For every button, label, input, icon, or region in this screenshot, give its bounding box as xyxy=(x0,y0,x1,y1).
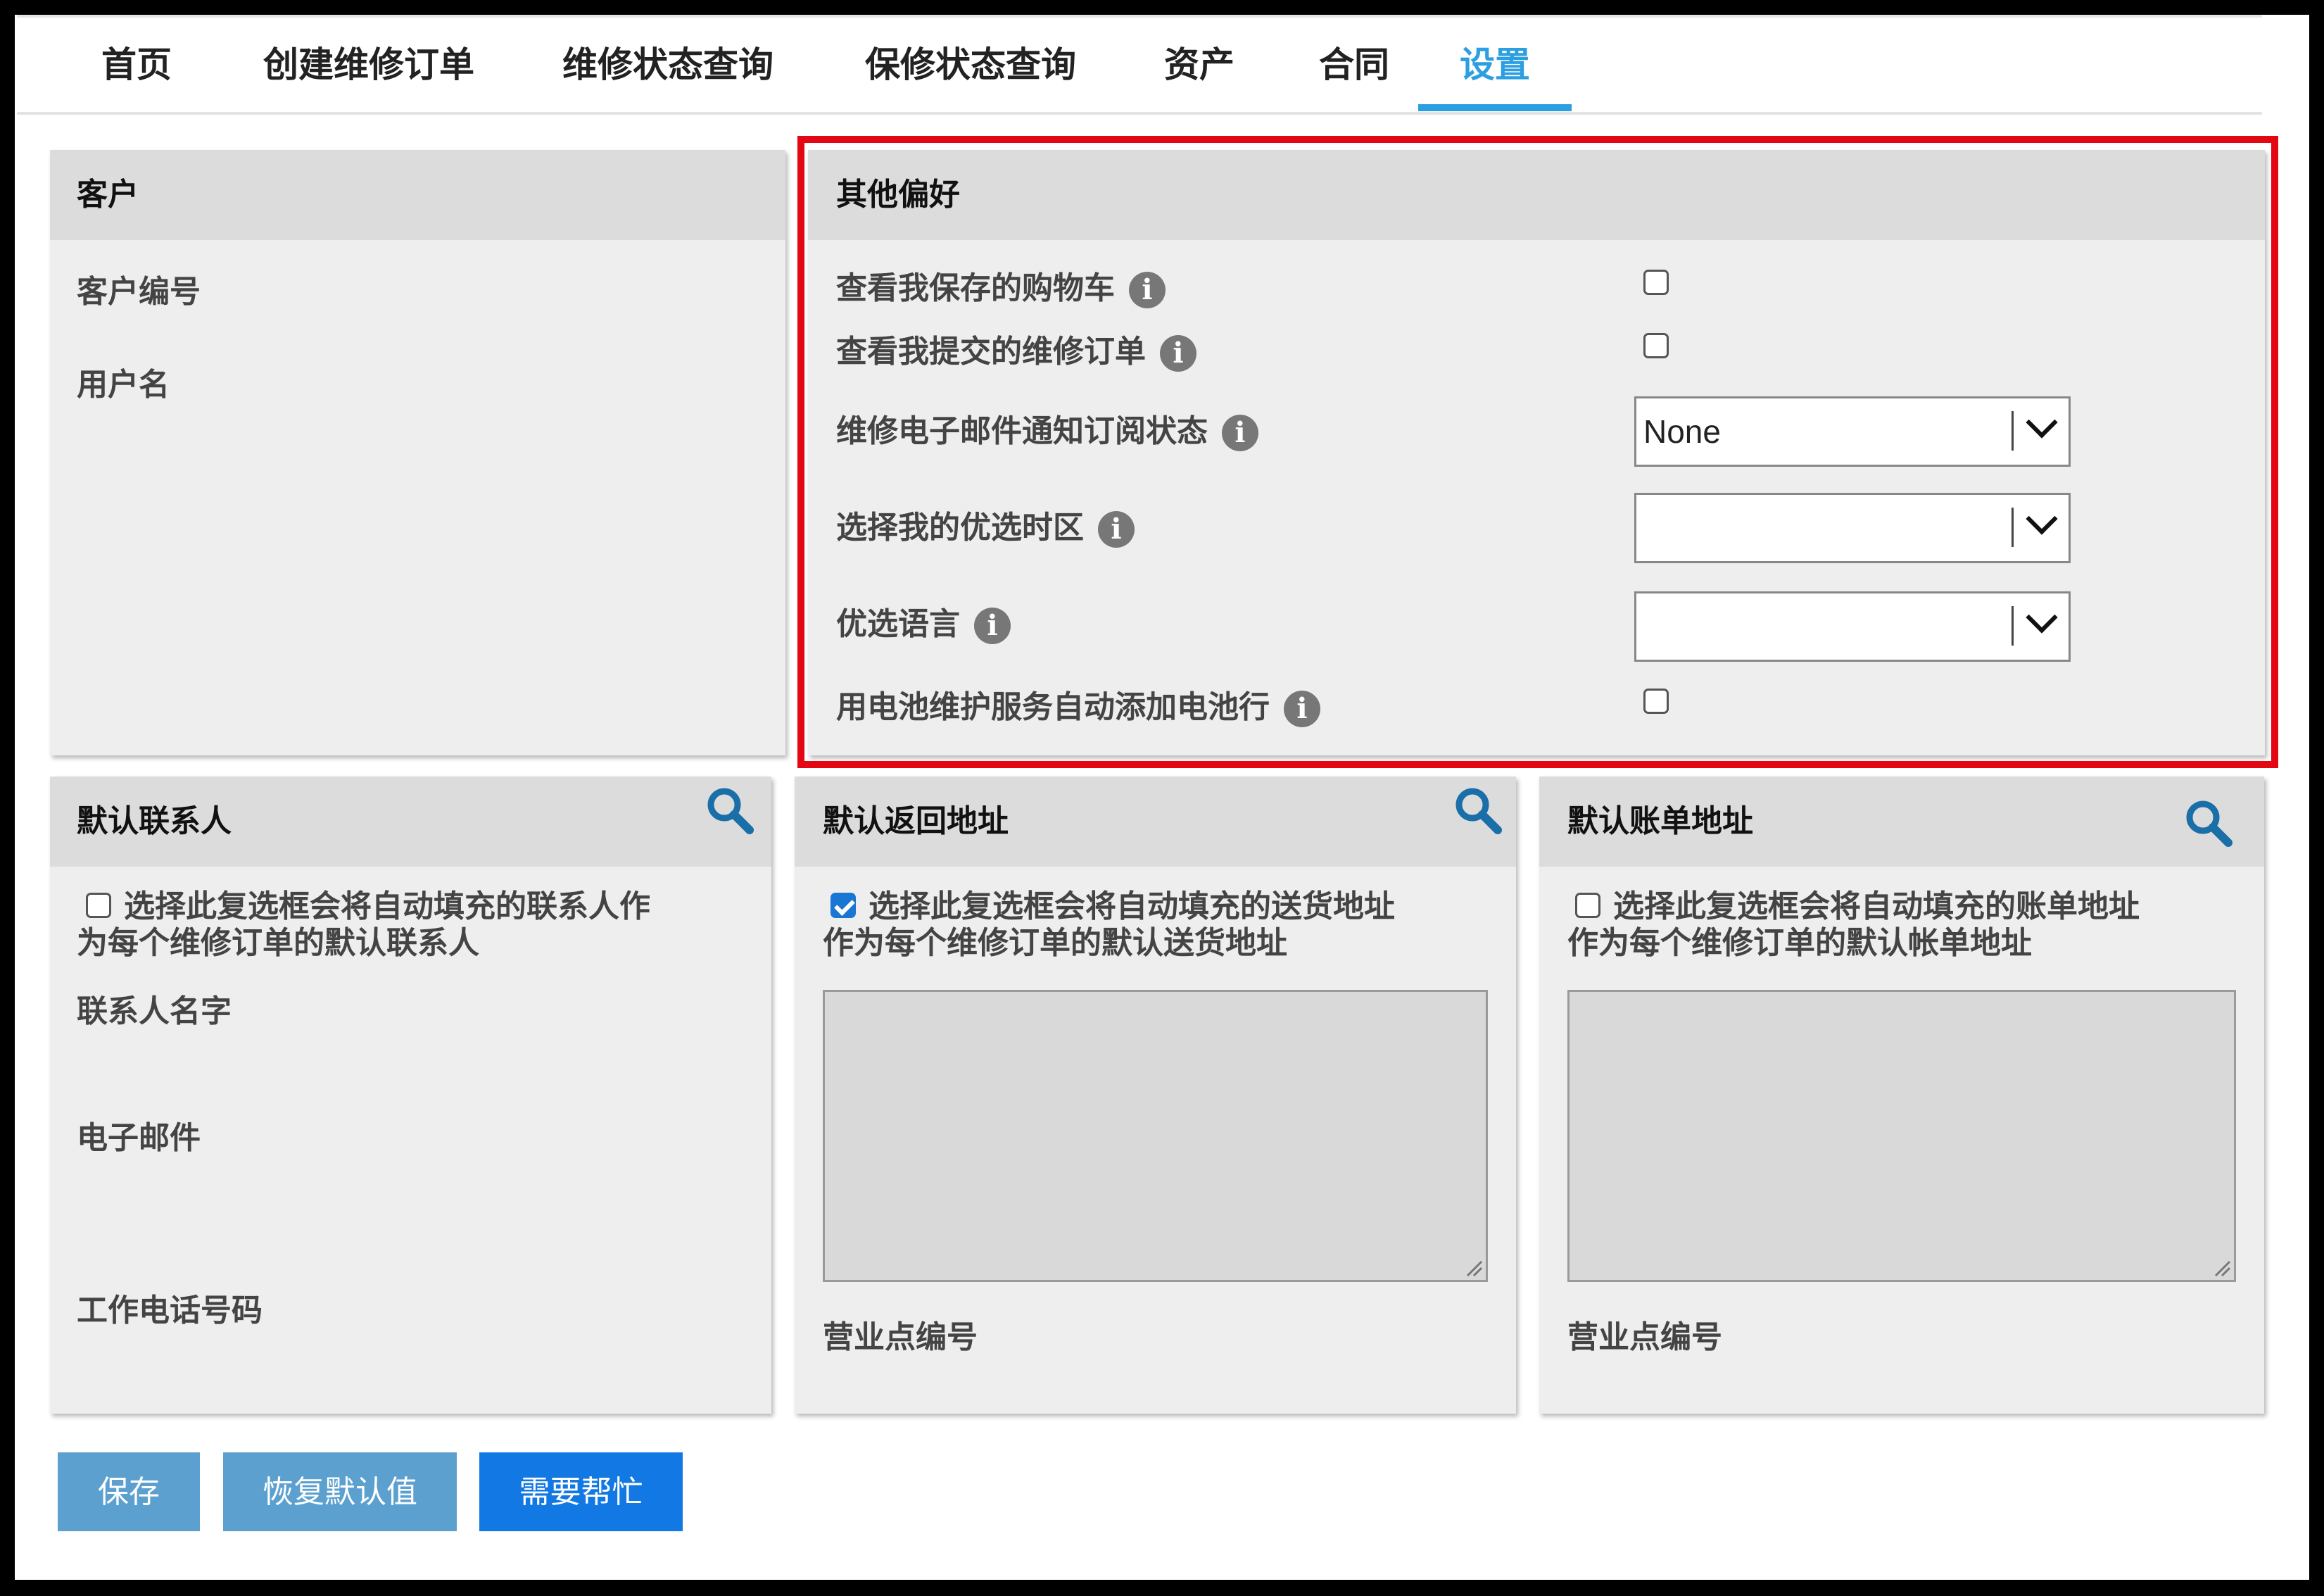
default-billing-title: 默认账单地址 xyxy=(1567,803,1753,839)
search-icon[interactable] xyxy=(2183,798,2234,848)
default-return-panel: 默认返回地址 选择此复选框会将自动填充的送货地址 作为每个维修订单的默认送货地址… xyxy=(795,777,1516,1414)
tab-assets[interactable]: 资产 xyxy=(1150,18,1249,112)
default-return-checkbox-text-1: 选择此复选框会将自动填充的送货地址 xyxy=(869,888,1395,924)
active-tab-indicator xyxy=(1418,104,1572,111)
highlight-box xyxy=(797,136,2278,768)
default-contact-checkbox-text-2: 为每个维修订单的默认联系人 xyxy=(77,925,479,961)
main-nav: 首页 创建维修订单 维修状态查询 保修状态查询 资产 合同 设置 xyxy=(17,18,2262,115)
default-return-checkbox-text-2: 作为每个维修订单的默认送货地址 xyxy=(823,925,1287,961)
resize-grip-icon[interactable] xyxy=(2211,1257,2231,1277)
default-contact-title: 默认联系人 xyxy=(77,803,232,839)
customer-panel: 客户 客户编号 用户名 xyxy=(50,150,785,755)
work-phone-label: 工作电话号码 xyxy=(77,1293,263,1328)
default-contact-header: 默认联系人 xyxy=(50,777,771,867)
default-contact-panel: 默认联系人 选择此复选框会将自动填充的联系人作 为每个维修订单的默认联系人 联系… xyxy=(50,777,771,1414)
default-billing-panel: 默认账单地址 选择此复选框会将自动填充的账单地址 作为每个维修订单的默认帐单地址… xyxy=(1539,777,2264,1414)
restore-defaults-button[interactable]: 恢复默认值 xyxy=(223,1452,457,1531)
default-billing-checkbox[interactable] xyxy=(1575,893,1600,918)
billing-site-number-label: 营业点编号 xyxy=(1567,1319,1722,1355)
tab-home[interactable]: 首页 xyxy=(84,18,189,112)
default-contact-checkbox-text-1: 选择此复选框会将自动填充的联系人作 xyxy=(124,888,650,924)
customer-panel-title: 客户 xyxy=(77,177,139,213)
resize-grip-icon[interactable] xyxy=(1463,1257,1483,1277)
billing-address-textarea[interactable] xyxy=(1567,990,2236,1282)
search-icon[interactable] xyxy=(1453,785,1503,836)
contact-name-label: 联系人名字 xyxy=(77,993,232,1029)
save-button[interactable]: 保存 xyxy=(58,1452,200,1531)
default-billing-checkbox-text-1: 选择此复选框会将自动填充的账单地址 xyxy=(1613,888,2140,924)
default-billing-checkbox-text-2: 作为每个维修订单的默认帐单地址 xyxy=(1567,925,2032,961)
return-site-number-label: 营业点编号 xyxy=(823,1319,978,1355)
tab-contracts[interactable]: 合同 xyxy=(1305,18,1403,112)
tab-warranty-status[interactable]: 保修状态查询 xyxy=(847,18,1094,112)
default-billing-header: 默认账单地址 xyxy=(1539,777,2264,867)
default-return-checkbox[interactable] xyxy=(831,893,856,918)
customer-number-label: 客户编号 xyxy=(77,274,201,310)
return-address-textarea[interactable] xyxy=(823,990,1488,1282)
tab-create-repair-order[interactable]: 创建维修订单 xyxy=(242,18,495,112)
default-return-header: 默认返回地址 xyxy=(795,777,1516,867)
default-return-title: 默认返回地址 xyxy=(823,803,1009,839)
email-label: 电子邮件 xyxy=(77,1120,201,1156)
need-help-button[interactable]: 需要帮忙 xyxy=(479,1452,683,1531)
tab-settings[interactable]: 设置 xyxy=(1418,18,1572,112)
tab-repair-status[interactable]: 维修状态查询 xyxy=(545,18,791,112)
username-label: 用户名 xyxy=(77,367,170,403)
search-icon[interactable] xyxy=(705,785,755,836)
customer-panel-header: 客户 xyxy=(50,150,785,240)
default-contact-checkbox[interactable] xyxy=(86,893,111,918)
